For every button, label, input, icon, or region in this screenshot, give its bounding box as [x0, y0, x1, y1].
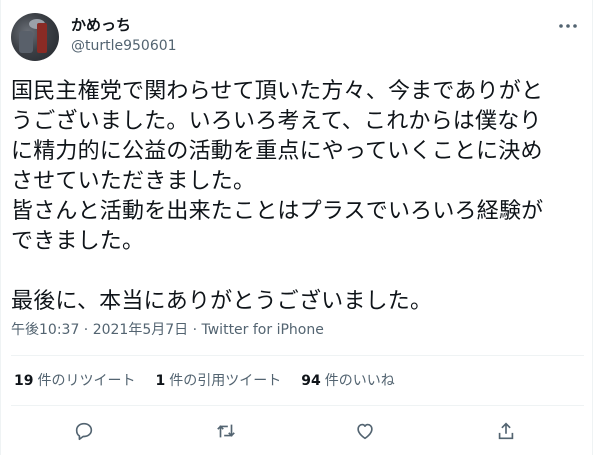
retweet-icon: [217, 424, 235, 438]
retweets-label: 件のリツイート: [37, 373, 136, 389]
user-handle[interactable]: @turtle950601: [71, 37, 177, 55]
divider: [11, 355, 584, 356]
quotes-count: 1: [155, 373, 166, 389]
timestamp[interactable]: 午後10:37 · 2021年5月7日 ·: [11, 322, 202, 338]
tweet-text: 国民主権党で関わらせて頂いた方々、今までありがと うございました。いろいろ考えて…: [11, 79, 544, 314]
quotes-label: 件の引用ツイート: [169, 373, 282, 389]
likes-count: 94: [301, 373, 321, 389]
share-icon: [498, 422, 514, 440]
retweets-stat[interactable]: 19 件のリツイート: [14, 372, 135, 390]
retweets-count: 19: [14, 373, 34, 389]
tweet-source[interactable]: Twitter for iPhone: [202, 322, 324, 338]
reply-button[interactable]: [71, 418, 97, 444]
action-bar: [1, 416, 593, 446]
more-options-icon[interactable]: [557, 18, 579, 34]
tweet-meta: 午後10:37 · 2021年5月7日 · Twitter for iPhone: [11, 321, 324, 339]
quotes-stat[interactable]: 1 件の引用ツイート: [155, 372, 281, 390]
like-button[interactable]: [352, 418, 378, 444]
like-icon: [357, 423, 373, 440]
engagement-stats: 19 件のリツイート 1 件の引用ツイート 94 件のいいね: [14, 372, 415, 390]
retweet-button[interactable]: [213, 418, 239, 444]
likes-stat[interactable]: 94 件のいいね: [301, 372, 394, 390]
divider: [11, 405, 584, 406]
reply-icon: [75, 422, 93, 441]
display-name[interactable]: かめっち: [71, 15, 131, 35]
likes-label: 件のいいね: [324, 373, 395, 389]
tweet-card: かめっち @turtle950601 国民主権党で関わらせて頂いた方々、今まであ…: [0, 0, 593, 455]
avatar[interactable]: [11, 13, 59, 61]
share-button[interactable]: [493, 418, 519, 444]
